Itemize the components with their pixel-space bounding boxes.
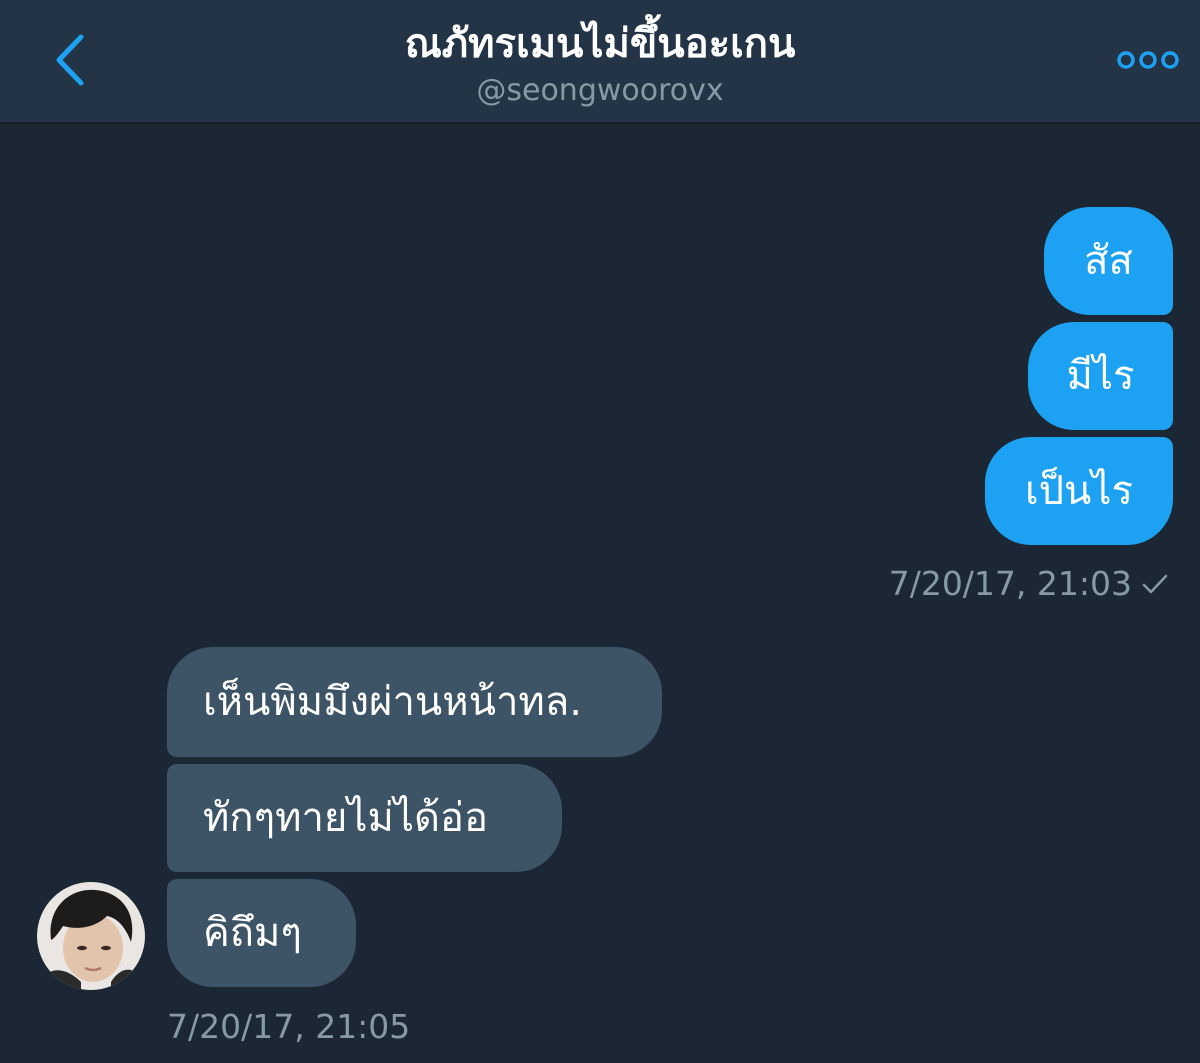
message-text: มีไร bbox=[1066, 353, 1135, 399]
checkmark-icon bbox=[1142, 574, 1168, 594]
message-text: เป็นไร bbox=[1024, 468, 1133, 514]
sent-message-bubble[interactable]: เป็นไร bbox=[985, 437, 1173, 545]
conversation-header: ณภัทรเมนไม่ขึ้นอะเกน @seongwoorovx bbox=[0, 0, 1200, 124]
conversation-title: ณภัทรเมนไม่ขึ้นอะเกน bbox=[404, 21, 796, 67]
message-text: สัส bbox=[1084, 238, 1133, 284]
message-text: เห็นพิมมึงผ่านหน้าทล. bbox=[203, 679, 583, 725]
sent-message-bubble[interactable]: สัส bbox=[1044, 207, 1173, 315]
received-message-bubble[interactable]: ทักๆทายไม่ได้อ่อ bbox=[167, 764, 562, 872]
avatar[interactable] bbox=[37, 882, 145, 990]
sent-timestamp: 7/20/17, 21:03 bbox=[888, 564, 1132, 603]
avatar-portrait bbox=[37, 882, 145, 990]
received-message-bubble[interactable]: คิถึมๆ bbox=[167, 879, 356, 987]
message-text: คิถึมๆ bbox=[203, 910, 302, 956]
received-timestamp: 7/20/17, 21:05 bbox=[167, 1007, 411, 1046]
more-options-button[interactable] bbox=[1110, 44, 1186, 76]
message-text: ทักๆทายไม่ได้อ่อ bbox=[203, 795, 488, 841]
sent-message-bubble[interactable]: มีไร bbox=[1028, 322, 1173, 430]
conversation-handle: @seongwoorovx bbox=[476, 73, 724, 108]
received-message-bubble[interactable]: เห็นพิมมึงผ่านหน้าทล. bbox=[167, 647, 662, 757]
more-dots-icon bbox=[1117, 51, 1179, 69]
